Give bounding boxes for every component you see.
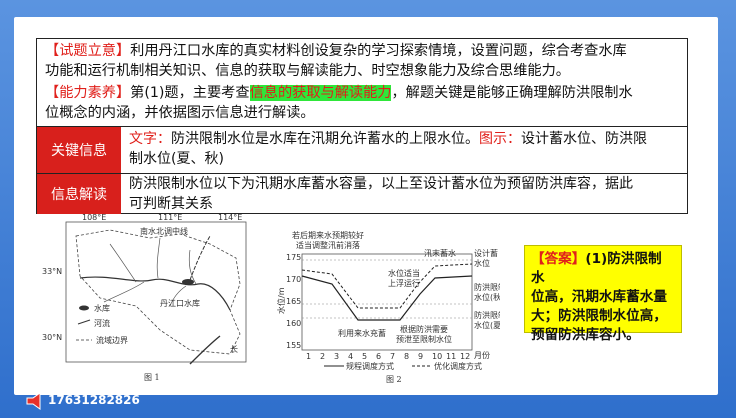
right-label-1a: 设计蓄: [474, 248, 498, 258]
lon-108: 108°E: [82, 214, 106, 222]
annotation-2b: 上浮运行: [388, 278, 420, 288]
lat-30: 30°N: [42, 333, 62, 342]
xtick-12: 12: [460, 352, 470, 361]
analysis-panel: 【试题立意】利用丹江口水库的真实材料创设复杂的学习探索情境，设置问题，综合考查水…: [36, 38, 688, 214]
intro-text-3a: 第(1)题，主要考查: [130, 85, 250, 101]
intro-text-3b: ，解题关键是能够正确理解防洪限制水: [391, 85, 633, 101]
lon-111: 111°E: [158, 214, 182, 222]
megaphone-icon: [26, 392, 41, 410]
answer-line-2: 位高，汛期水库蓄水量: [531, 289, 667, 305]
ytick-175: 175: [286, 253, 301, 262]
fig-body: 设计蓄水位、防洪限: [521, 131, 647, 147]
legend-optimized: 优化调度方式: [434, 361, 482, 371]
xtick-7: 7: [390, 352, 395, 361]
figure-2-chart: 若后期来水预期较好 适当调整汛前消落 水位/m 175 170 165 160 …: [276, 230, 500, 384]
figure-1-caption: 图 1: [144, 373, 160, 382]
canal-line: [189, 235, 211, 281]
right-label-1b: 水位: [474, 258, 490, 268]
legend-border-label: 流域边界: [96, 335, 128, 345]
answer-tag: 【答案】: [531, 251, 586, 267]
right-label-3a: 防洪限制: [474, 310, 500, 320]
key-info-text: 文字：防洪限制水位是水库在汛期允许蓄水的上限水位。图示：设计蓄水位、防洪限制水位…: [129, 129, 679, 169]
phone-number: 17631282826: [48, 393, 140, 407]
intro-text-1: 利用丹江口水库的真实材料创设复杂的学习探索情境，设置问题，综合考查水库: [130, 43, 627, 59]
interpret-label: 信息解读: [37, 174, 121, 214]
yangtze-river: [189, 335, 221, 365]
tag-ability: 【能力素养】: [45, 85, 131, 101]
reservoir-mark: [182, 279, 194, 285]
interpret-text: 防洪限制水位以下为汛期水库蓄水容量，以上至设计蓄水位为预留防洪库容，据此 可判断其…: [129, 174, 679, 214]
right-label-2b: 水位(秋): [474, 292, 500, 302]
highlight-phrase: 信息的获取与解读能力: [249, 85, 392, 101]
ytick-170: 170: [286, 275, 301, 284]
river-label: 长: [230, 344, 238, 354]
figure-1-map: 108°E 111°E 114°E 33°N 30°N 南水北调中线 丹江口水库…: [42, 214, 247, 382]
tributaries: [103, 237, 197, 307]
xtick-8: 8: [404, 352, 409, 361]
xtick-2: 2: [320, 352, 325, 361]
legend-river-label: 河流: [94, 318, 110, 328]
legend-regulation: 规程调度方式: [346, 361, 394, 371]
intro-line-1: 【试题立意】利用丹江口水库的真实材料创设复杂的学习探索情境，设置问题，综合考查水…: [45, 42, 627, 61]
xtick-3: 3: [334, 352, 339, 361]
canal-label: 南水北调中线: [140, 226, 188, 236]
xtick-6: 6: [376, 352, 381, 361]
interpret-row: 信息解读 防洪限制水位以下为汛期水库蓄水容量，以上至设计蓄水位为预留防洪库容，据…: [37, 173, 687, 214]
xtick-10: 10: [432, 352, 442, 361]
key-info-label: 关键信息: [37, 127, 121, 173]
ytick-155: 155: [286, 341, 301, 350]
intro-line-2: 功能和运行机制相关知识、信息的获取与解读能力、时空想象能力及综合思维能力。: [45, 63, 570, 79]
right-labels: 设计蓄 水位 防洪限制 水位(秋) 防洪限制 水位(夏): [474, 248, 500, 330]
annotation-3: 汛末蓄水: [424, 248, 456, 258]
xtick-4: 4: [348, 352, 353, 361]
annotation-4: 利用来水充蓄: [338, 328, 386, 338]
interpret-line2: 可判断其关系: [129, 196, 213, 212]
legend-res-icon: [79, 305, 89, 311]
series-optimized: [301, 263, 473, 309]
legend-river-icon: [77, 319, 91, 325]
annotation-1a: 若后期来水预期较好: [292, 230, 364, 240]
ytick-160: 160: [286, 319, 301, 328]
key-info-row: 关键信息 文字：防洪限制水位是水库在汛期允许蓄水的上限水位。图示：设计蓄水位、防…: [37, 126, 687, 173]
annotation-2a: 水位适当: [388, 268, 420, 278]
xtick-11: 11: [446, 352, 456, 361]
x-ticks: 1 2 3 4 5 6 7 8 9 10 11 12: [306, 352, 470, 361]
fig-tag: 图示：: [479, 131, 521, 147]
xtick-5: 5: [362, 352, 367, 361]
ytick-165: 165: [286, 297, 301, 306]
answer-line-3: 大；防洪限制水位高，: [531, 308, 667, 324]
xtick-9: 9: [418, 352, 423, 361]
answer-line-4: 预留防洪库容小。: [531, 327, 640, 343]
legend-res-label: 水库: [94, 303, 110, 313]
figure-2-caption: 图 2: [386, 375, 402, 384]
y-ticks: 175 170 165 160 155: [286, 253, 301, 350]
intro-line-3: 【能力素养】第(1)题，主要考查信息的获取与解读能力，解题关键是能够正确理解防洪…: [45, 84, 633, 103]
right-label-2a: 防洪限制: [474, 282, 500, 292]
answer-box: 【答案】(1)防洪限制水 位高，汛期水库蓄水量 大；防洪限制水位高， 预留防洪库…: [524, 245, 682, 343]
lat-33: 33°N: [42, 267, 62, 276]
series-regulation: [301, 275, 473, 321]
text-body: 防洪限制水位是水库在汛期允许蓄水的上限水位。: [171, 131, 479, 147]
figures: 108°E 111°E 114°E 33°N 30°N 南水北调中线 丹江口水库…: [42, 214, 500, 384]
annotation-1b: 适当调整汛前消落: [296, 240, 360, 250]
annotation-5a: 根据防洪需要: [400, 324, 448, 334]
annotation-5b: 预泄至限制水位: [396, 334, 452, 344]
y-axis-label: 水位/m: [276, 287, 286, 314]
x-unit: 月份: [474, 350, 490, 360]
tag-test-intent: 【试题立意】: [45, 43, 131, 59]
reservoir-label: 丹江口水库: [160, 298, 200, 308]
xtick-1: 1: [306, 352, 311, 361]
right-label-3b: 水位(夏): [474, 320, 500, 330]
text-tag: 文字：: [129, 131, 171, 147]
lon-114: 114°E: [218, 214, 242, 222]
intro-line-4: 位概念的内涵，并依据图示信息进行解读。: [45, 105, 315, 121]
key-info-line2: 制水位(夏、秋): [129, 151, 224, 167]
interpret-line1: 防洪限制水位以下为汛期水库蓄水容量，以上至设计蓄水位为预留防洪库容，据此: [129, 176, 633, 192]
